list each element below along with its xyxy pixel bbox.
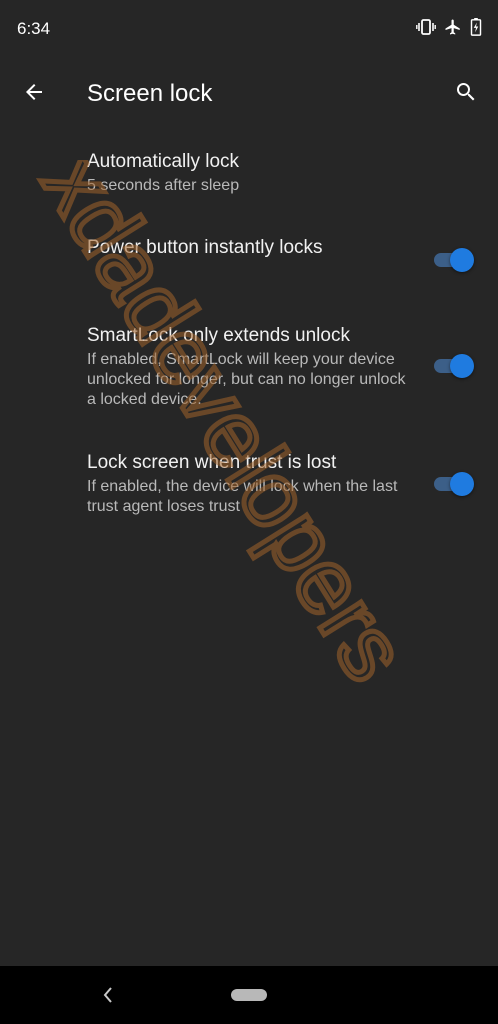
nav-back-icon[interactable] <box>100 984 116 1006</box>
pref-summary: If enabled, SmartLock will keep your dev… <box>87 351 406 408</box>
pref-summary: 5 seconds after sleep <box>87 177 240 194</box>
vibrate-icon <box>416 18 436 36</box>
battery-charging-icon <box>470 18 482 36</box>
search-button[interactable] <box>446 72 486 112</box>
pref-summary: If enabled, the device will lock when th… <box>87 478 398 515</box>
pref-smartlock-extends-unlock[interactable]: SmartLock only extends unlock If enabled… <box>0 320 498 420</box>
lock-when-trust-lost-switch[interactable] <box>434 472 474 496</box>
switch-thumb <box>450 354 474 378</box>
status-bar: 6:34 <box>0 0 498 58</box>
switch-thumb <box>450 472 474 496</box>
arrow-back-icon <box>26 84 42 100</box>
pref-automatically-lock[interactable]: Automatically lock 5 seconds after sleep <box>0 146 498 218</box>
search-icon <box>457 83 475 101</box>
app-bar: Screen lock <box>0 58 498 130</box>
pref-lock-when-trust-lost[interactable]: Lock screen when trust is lost If enable… <box>0 448 498 528</box>
pref-power-button-instantly-locks[interactable]: Power button instantly locks <box>0 232 498 304</box>
page-title: Screen lock <box>87 80 213 107</box>
pref-title: SmartLock only extends unlock <box>87 325 350 346</box>
pref-title: Automatically lock <box>87 151 240 172</box>
nav-home-pill[interactable] <box>231 989 267 1001</box>
airplane-mode-icon <box>444 18 462 36</box>
power-button-lock-switch[interactable] <box>434 248 474 272</box>
status-time: 6:34 <box>17 19 51 38</box>
smartlock-extends-unlock-switch[interactable] <box>434 354 474 378</box>
pref-title: Lock screen when trust is lost <box>87 452 337 473</box>
back-button[interactable] <box>14 72 54 112</box>
status-icons <box>416 18 482 36</box>
pref-title: Power button instantly locks <box>87 237 323 258</box>
switch-thumb <box>450 248 474 272</box>
